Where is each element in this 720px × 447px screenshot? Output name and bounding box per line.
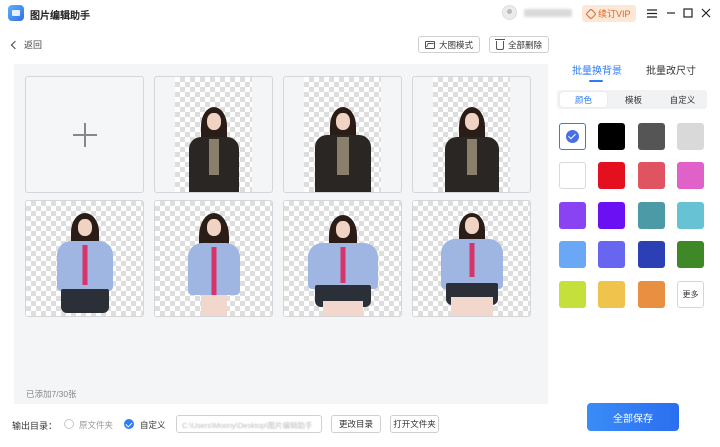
maximize-icon[interactable] <box>681 6 695 20</box>
color-swatch[interactable] <box>677 162 704 189</box>
back-button[interactable]: 返回 <box>10 38 43 51</box>
color-swatch[interactable] <box>559 162 586 189</box>
plus-icon <box>72 122 97 147</box>
color-swatch[interactable] <box>598 162 625 189</box>
vip-label: 续订VIP <box>598 9 631 19</box>
menu-icon[interactable] <box>645 6 659 20</box>
large-image-mode-button[interactable]: 大图模式 <box>418 36 481 53</box>
open-folder-button[interactable]: 打开文件夹 <box>390 415 439 433</box>
color-swatch[interactable] <box>559 202 586 229</box>
custom-folder-label[interactable]: 自定义 <box>140 419 166 431</box>
tab-batch-background[interactable]: 批量换背景 <box>572 62 622 77</box>
app-title: 图片编辑助手 <box>30 11 90 22</box>
output-path-value: C:\Users\Moony\Desktop\图片编辑助手 <box>182 421 313 430</box>
subtab-color[interactable]: 颜色 <box>560 92 607 107</box>
color-swatch[interactable] <box>638 241 665 268</box>
change-directory-button[interactable]: 更改目录 <box>331 415 381 433</box>
active-tab-indicator <box>589 80 603 82</box>
image-tile[interactable] <box>25 200 144 317</box>
color-swatch[interactable] <box>638 281 665 308</box>
color-swatch[interactable] <box>677 202 704 229</box>
save-all-button[interactable]: 全部保存 <box>587 403 679 431</box>
back-label: 返回 <box>24 40 43 50</box>
delete-all-label: 全部删除 <box>508 39 543 50</box>
add-image-tile[interactable] <box>25 76 144 193</box>
color-swatch[interactable] <box>559 241 586 268</box>
color-swatch[interactable] <box>677 241 704 268</box>
color-swatch[interactable] <box>559 281 586 308</box>
image-tile[interactable] <box>154 200 273 317</box>
more-colors-button[interactable]: 更多 <box>677 281 704 308</box>
trash-icon <box>495 39 505 50</box>
delete-all-button[interactable]: 全部删除 <box>489 36 550 53</box>
subtab-custom[interactable]: 自定义 <box>659 92 706 107</box>
image-icon <box>425 40 435 49</box>
color-swatch[interactable] <box>598 123 625 150</box>
color-swatch[interactable] <box>598 241 625 268</box>
image-tile[interactable] <box>154 76 273 193</box>
image-count-text: 已添加7/30张 <box>26 389 77 399</box>
close-icon[interactable] <box>699 6 713 20</box>
color-swatch[interactable] <box>638 162 665 189</box>
minimize-icon[interactable] <box>664 6 678 20</box>
tab-batch-resize[interactable]: 批量改尺寸 <box>646 62 696 77</box>
username-blurred[interactable] <box>524 9 572 17</box>
radio-original-folder[interactable] <box>64 419 74 429</box>
vip-renew-button[interactable]: 续订VIP <box>582 5 636 22</box>
color-swatch[interactable] <box>638 202 665 229</box>
app-logo-icon <box>8 5 24 21</box>
image-tile[interactable] <box>412 200 531 317</box>
image-tile[interactable] <box>283 76 402 193</box>
image-tile[interactable] <box>283 200 402 317</box>
output-path-input[interactable]: C:\Users\Moony\Desktop\图片编辑助手 <box>176 415 322 433</box>
color-swatch[interactable] <box>638 123 665 150</box>
chevron-left-icon <box>10 40 20 49</box>
output-dir-label: 输出目录： <box>12 421 58 431</box>
color-swatch[interactable] <box>677 123 704 150</box>
subtab-template[interactable]: 模板 <box>610 92 657 107</box>
check-icon <box>566 130 579 143</box>
diamond-icon <box>585 7 597 20</box>
large-image-mode-label: 大图模式 <box>439 39 474 50</box>
color-swatch[interactable] <box>598 202 625 229</box>
title-bar: 图片编辑助手 续订VIP <box>0 0 720 27</box>
color-swatch[interactable] <box>598 281 625 308</box>
swatch-transparent-selected[interactable] <box>559 123 586 150</box>
image-tile[interactable] <box>412 76 531 193</box>
original-folder-label[interactable]: 原文件夹 <box>79 419 113 431</box>
avatar[interactable] <box>502 5 517 20</box>
radio-custom-folder[interactable] <box>124 419 134 429</box>
